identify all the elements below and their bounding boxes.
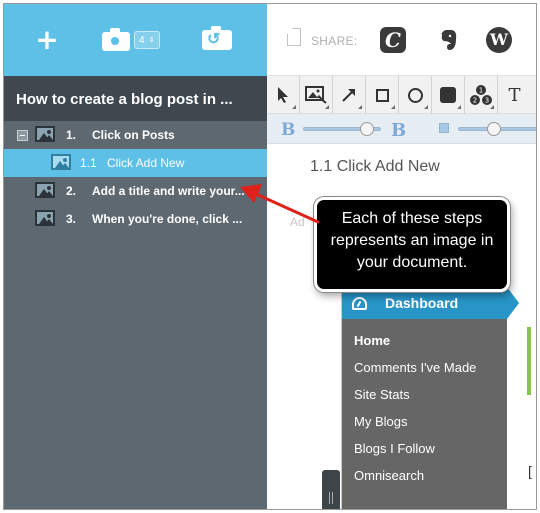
collapse-toggle-icon[interactable] [17, 130, 28, 141]
svg-text:2: 2 [473, 97, 477, 105]
add-step-button[interactable]: + [34, 26, 60, 54]
dashboard-menu: Home Comments I've Made Site Stats My Bl… [342, 319, 507, 509]
dashboard-title: Dashboard [385, 295, 459, 311]
image-tool[interactable] [300, 76, 333, 114]
font-size-slider[interactable] [303, 122, 381, 136]
format-bar: B B [267, 114, 536, 144]
circle-icon [407, 87, 423, 103]
image-crop-icon [305, 86, 327, 104]
stroke-swatch-icon [439, 123, 449, 133]
evernote-icon[interactable] [435, 27, 461, 53]
font-large-icon: B [391, 120, 407, 141]
menu-item-omnisearch: Omnisearch [354, 468, 425, 483]
filled-square-icon [440, 87, 456, 103]
step-label: Click Add New [107, 156, 185, 170]
description-placeholder[interactable]: Ad [290, 215, 305, 229]
step-row[interactable]: 2. Add a title and write your... [4, 177, 267, 205]
document-title[interactable]: How to create a blog post in ... [4, 76, 267, 121]
step-row-selected[interactable]: 1.1 Click Add New [4, 149, 267, 177]
pointer-icon [278, 87, 288, 103]
menu-item-site-stats: Site Stats [354, 387, 410, 402]
step-label: When you're done, click ... [92, 212, 243, 226]
step-label: Click on Posts [92, 128, 175, 142]
dashboard-gauge-icon [352, 297, 367, 310]
image-thumbnail-icon [35, 210, 55, 226]
step-row[interactable]: 3. When you're done, click ... [4, 205, 267, 233]
step-screenshot: Dashboard Home Comments I've Made Site S… [341, 287, 532, 509]
sidebar-toolbar: + 4 ⇕ ↺ [4, 4, 267, 76]
plus-icon: + [35, 23, 59, 56]
share-bar: SHARE: C W [267, 4, 536, 76]
text-tool[interactable]: T [498, 76, 531, 114]
bracket-glyph: [ [528, 463, 532, 479]
arrow-tool[interactable] [333, 76, 366, 114]
step-number: 2. [66, 184, 77, 198]
slider-handle[interactable] [487, 122, 501, 136]
wordpress-icon[interactable]: W [486, 27, 512, 53]
rectangle-icon [375, 88, 389, 102]
step-number-tool[interactable]: 123 [465, 76, 498, 114]
camera-icon [102, 28, 130, 51]
step-number: 1.1 [80, 156, 97, 170]
status-bar [527, 327, 531, 395]
share-label: SHARE: [311, 34, 358, 48]
slider-handle[interactable] [360, 122, 374, 136]
capture-count: 4 [139, 34, 145, 46]
rectangle-tool[interactable] [366, 76, 399, 114]
numbered-circles-icon: 12 3 [470, 85, 492, 105]
capture-button[interactable]: 4 ⇕ [100, 26, 162, 54]
share-icon [287, 28, 301, 46]
camera-refresh-icon: ↺ [202, 26, 232, 50]
menu-item-my-blogs: My Blogs [354, 414, 408, 429]
image-thumbnail-icon [35, 126, 55, 142]
step-list: 1. Click on Posts 1.1 Click Add New 2. A… [4, 121, 267, 233]
sidebar: + 4 ⇕ ↺ How to create a blog post in ...… [4, 4, 267, 509]
arrow-icon [342, 89, 355, 102]
step-number: 3. [66, 212, 77, 226]
image-thumbnail-icon [51, 154, 71, 170]
step-label: Add a title and write your... [92, 184, 245, 198]
stepper-arrows-icon: ⇕ [148, 36, 155, 44]
text-icon: T [508, 84, 521, 106]
stroke-width-slider[interactable] [458, 122, 536, 136]
step-row[interactable]: 1. Click on Posts [4, 121, 267, 149]
step-heading[interactable]: 1.1 Click Add New [310, 158, 440, 176]
clippings-icon[interactable]: C [380, 27, 406, 53]
recapture-button[interactable]: ↺ [200, 26, 234, 54]
panel-resize-handle[interactable] [322, 470, 340, 509]
app-window: + 4 ⇕ ↺ How to create a blog post in ...… [3, 3, 537, 510]
annotation-toolbar: 123 T [267, 76, 536, 114]
menu-item-home: Home [354, 333, 391, 348]
menu-item-comments: Comments I've Made [354, 360, 477, 375]
select-tool[interactable] [267, 76, 300, 114]
annotation-callout: Each of these steps represents an image … [314, 197, 510, 292]
svg-text:3: 3 [485, 97, 489, 105]
capture-count-stepper[interactable]: 4 ⇕ [134, 31, 160, 49]
step-number: 1. [66, 128, 77, 142]
ellipse-tool[interactable] [399, 76, 432, 114]
menu-item-blogs-i-follow: Blogs I Follow [354, 441, 435, 456]
image-thumbnail-icon [35, 182, 55, 198]
highlight-tool[interactable] [432, 76, 465, 114]
svg-text:1: 1 [479, 87, 483, 95]
font-small-icon: B [281, 120, 296, 140]
